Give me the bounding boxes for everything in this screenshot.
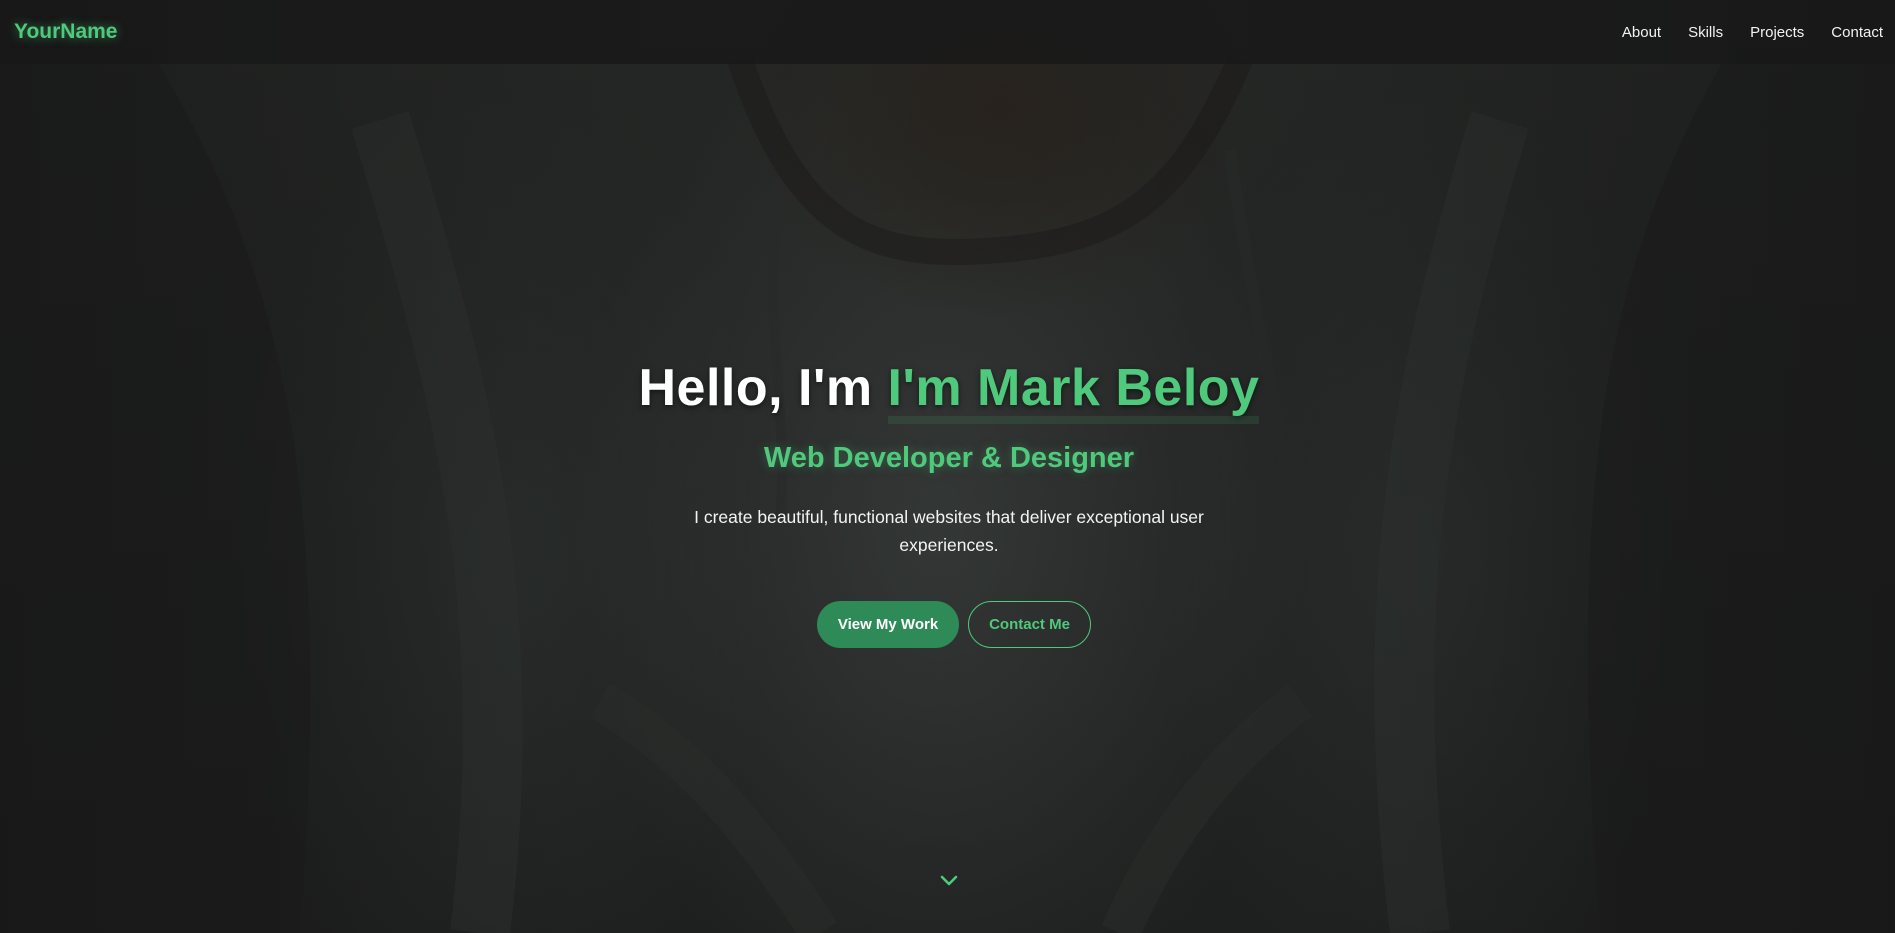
contact-me-button[interactable]: Contact Me xyxy=(968,601,1091,648)
hero-buttons: View My Work Contact Me xyxy=(0,601,1895,648)
nav-link-skills[interactable]: Skills xyxy=(1688,24,1723,41)
nav-link-projects[interactable]: Projects xyxy=(1750,24,1804,41)
chevron-down-icon[interactable] xyxy=(938,872,960,888)
nav-links: About Skills Projects Contact xyxy=(1622,24,1883,41)
site-logo[interactable]: YourName xyxy=(14,20,117,44)
nav-link-contact[interactable]: Contact xyxy=(1831,24,1883,41)
hero-greeting: Hello, I'm xyxy=(638,359,888,417)
hero-name: I'm Mark Beloy xyxy=(887,359,1260,424)
page: YourName About Skills Projects Contact H… xyxy=(0,0,1895,933)
hero-title: Hello, I'm I'm Mark Beloy xyxy=(0,358,1895,424)
navbar: YourName About Skills Projects Contact xyxy=(0,0,1895,64)
hero-subtitle: Web Developer & Designer xyxy=(763,442,1135,474)
hero-description: I create beautiful, functional websites … xyxy=(694,507,1204,555)
view-my-work-button[interactable]: View My Work xyxy=(817,601,959,648)
nav-link-about[interactable]: About xyxy=(1622,24,1661,41)
